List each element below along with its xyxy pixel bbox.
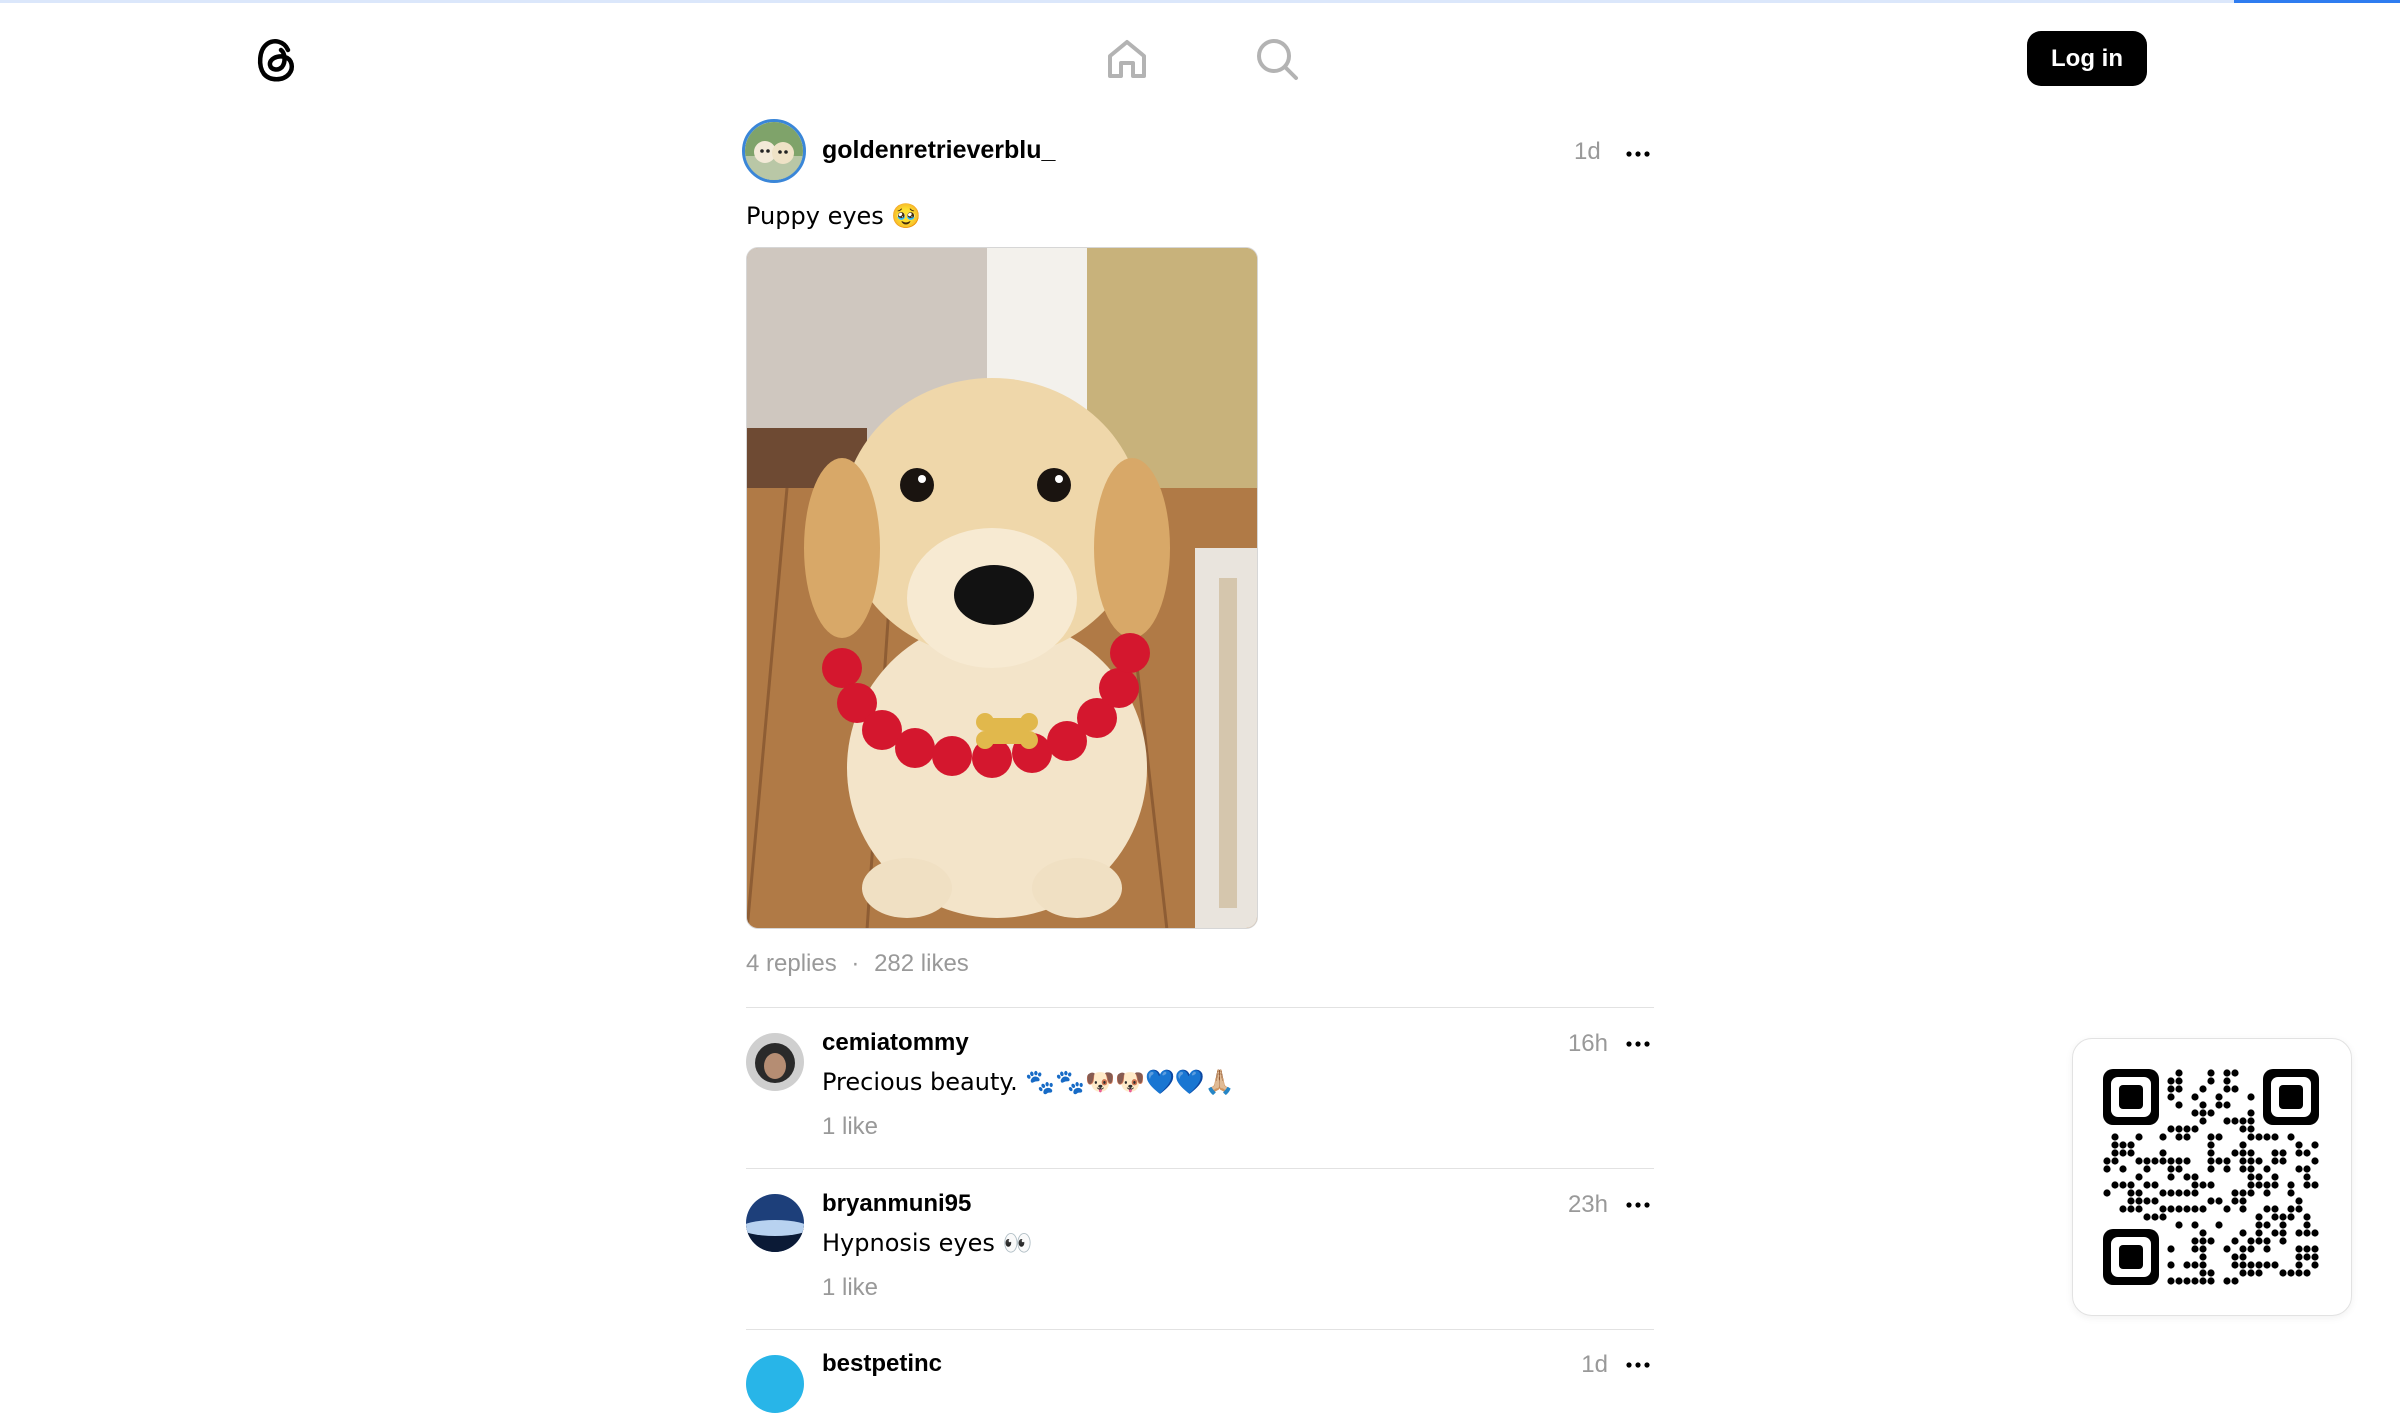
- login-button[interactable]: Log in: [2027, 31, 2147, 86]
- post-stats: 4 replies · 282 likes: [746, 950, 969, 978]
- post-caption: Puppy eyes 🥹: [746, 202, 922, 230]
- more-icon[interactable]: [1623, 1350, 1653, 1380]
- avatar[interactable]: [746, 1194, 804, 1252]
- post-username[interactable]: goldenretrieverblu_: [822, 136, 1055, 165]
- reply-timestamp: 1d: [1581, 1351, 1608, 1378]
- reply-username[interactable]: bryanmuni95: [822, 1190, 971, 1218]
- reply-likes[interactable]: 1 like: [822, 1274, 878, 1302]
- reply-timestamp: 16h: [1567, 1030, 1608, 1057]
- avatar[interactable]: [746, 1033, 804, 1091]
- stats-separator: ·: [851, 950, 860, 977]
- threads-logo-icon[interactable]: [252, 33, 302, 85]
- more-icon[interactable]: [1623, 1029, 1653, 1059]
- reply-timestamp: 23h: [1567, 1191, 1608, 1218]
- page-load-progress: [0, 0, 2400, 3]
- divider: [746, 1007, 1654, 1008]
- reply-likes[interactable]: 1 like: [822, 1113, 878, 1141]
- search-icon[interactable]: [1252, 34, 1302, 84]
- qr-code-card[interactable]: [2072, 1038, 2352, 1316]
- avatar[interactable]: [742, 119, 806, 183]
- reply-text: Precious beauty. 🐾🐾🐶🐶💙💙🙏🏼: [822, 1068, 1235, 1096]
- likes-count[interactable]: 282 likes: [874, 950, 969, 977]
- post-timestamp: 1d: [1574, 138, 1601, 165]
- qr-code-icon: [2103, 1069, 2319, 1285]
- home-icon[interactable]: [1102, 34, 1152, 84]
- reply-username[interactable]: cemiatommy: [822, 1029, 969, 1057]
- reply-text: Hypnosis eyes 👀: [822, 1229, 1033, 1257]
- divider: [746, 1329, 1654, 1330]
- more-icon[interactable]: [1623, 1190, 1653, 1220]
- more-icon[interactable]: [1623, 139, 1653, 169]
- post-image[interactable]: [746, 247, 1258, 929]
- page-load-progress-fill: [2234, 0, 2400, 3]
- divider: [746, 1168, 1654, 1169]
- replies-count[interactable]: 4 replies: [746, 950, 837, 977]
- reply-username[interactable]: bestpetinc: [822, 1350, 942, 1378]
- avatar[interactable]: [746, 1355, 804, 1413]
